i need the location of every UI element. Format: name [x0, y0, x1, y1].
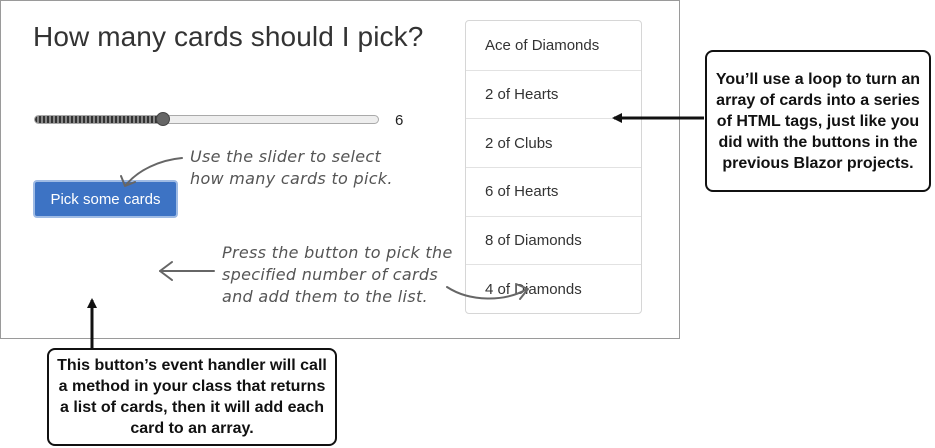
- list-note-arrow: [446, 286, 528, 300]
- annotation-arrows: [87, 113, 704, 348]
- slider-note-arrow: [125, 157, 183, 186]
